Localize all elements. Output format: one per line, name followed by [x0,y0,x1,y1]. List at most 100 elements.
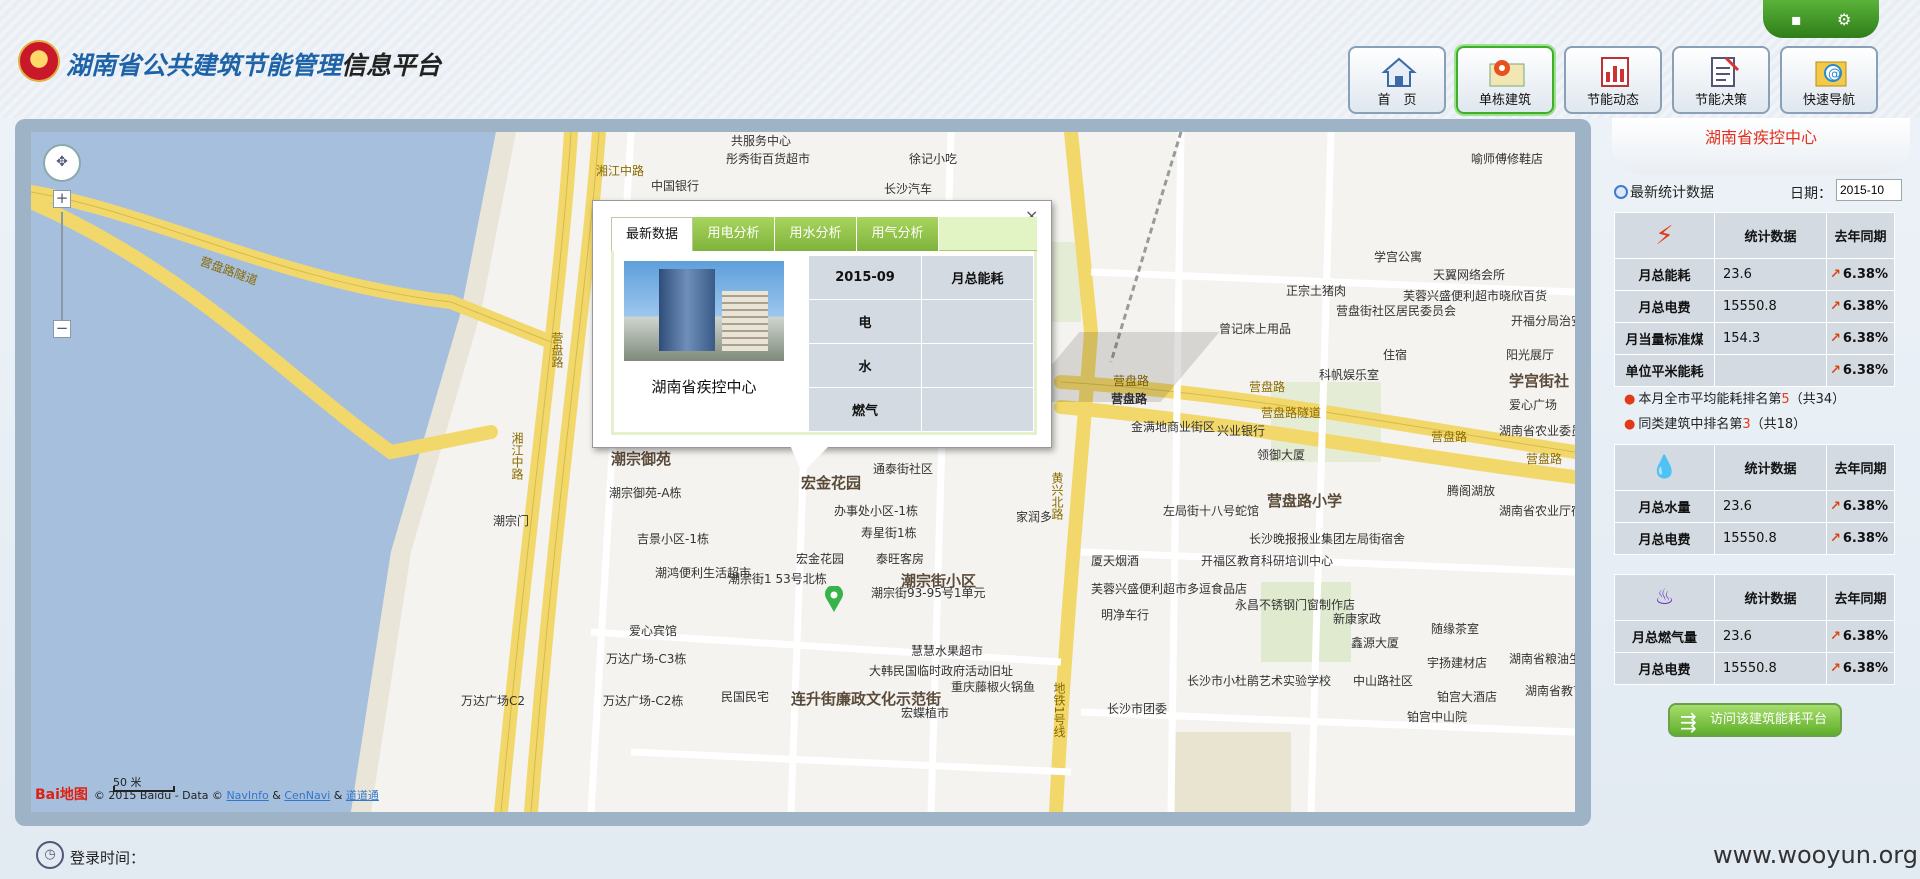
tab-water-analysis[interactable]: 用水分析 [775,217,857,251]
row-label: 月总电费 [1614,522,1715,555]
site-title-main: 湖南省公共建筑节能管理 [66,51,342,80]
gas-table: ♨ 统计数据 去年同期 月总燃气量 23.6 ↗ 6.38% 月总电费 15550… [1614,574,1895,685]
row-yoy: ↗ 6.38% [1826,258,1895,291]
baidu-logo: Bai地图 [35,787,88,803]
map-label: 金满地商业街区 [1131,420,1216,434]
map-label: 宏金花园 [796,552,845,566]
map-label: 科帆娱乐室 [1319,368,1380,382]
rank-number: 3 [1742,417,1751,432]
site-title-suffix: 信息平台 [341,51,442,80]
row-label: 月当量标准煤 [1614,322,1715,355]
tab-electricity-analysis[interactable]: 用电分析 [693,217,775,251]
yoy-value: 6.38% [1842,629,1888,644]
date-input[interactable] [1836,179,1902,201]
navinfo-link[interactable]: NavInfo [226,789,268,802]
map-label: 寿星街1栋 [861,526,917,540]
building-photo [624,261,784,361]
visit-energy-platform-button[interactable]: ⇶ 访问该建筑能耗平台 [1668,703,1842,737]
nav-home-label: 首 页 [1377,93,1417,108]
popup-tail [790,445,830,473]
map-label: 学宫街社 [1509,372,1570,390]
up-arrow-icon: ↗ [1829,299,1841,314]
map-label: 芙蓉兴盛便利超市多逗食品店 [1091,582,1248,596]
yoy-value: 6.38% [1842,299,1888,314]
yoy-value: 6.38% [1842,499,1888,514]
row-value: 23.6 [1714,490,1827,523]
rank-number: 5 [1781,392,1790,407]
map-copyright: Bai地图 © 2015 Baidu - Data © NavInfo & Cen… [35,784,379,804]
yoy-value: 6.38% [1842,363,1888,378]
energy-table: ⚡ 统计数据 去年同期 月总能耗 23.6 ↗ 6.38% 月总电费 15550.… [1614,212,1895,387]
nav-quick-nav[interactable]: @ 快速导航 [1780,46,1878,114]
map-label: 爱心宾馆 [629,624,678,638]
nav-single-building[interactable]: 单栋建筑 [1456,46,1554,114]
row-yoy: ↗ 6.38% [1826,522,1895,555]
at-folder-icon: @ [1812,54,1850,90]
map-label: 宏蝶植市 [901,706,950,720]
city-rank: ● 本月全市平均能耗排名第5（共34） [1624,388,1845,407]
map-label: 湖南省教育厅西院 [1525,684,1575,698]
yoy-value: 6.38% [1842,531,1888,546]
svg-text:@: @ [1828,67,1841,82]
yoy-value: 6.38% [1842,331,1888,346]
latest-stats-radio[interactable]: 最新统计数据 [1614,182,1714,202]
tab-latest-data[interactable]: 最新数据 [611,217,693,251]
map-label: 黄兴北路 [1050,472,1064,520]
zoom-slider[interactable] [61,212,63,327]
cennavi-link[interactable]: CenNavi [284,789,330,802]
nav-home[interactable]: 首 页 [1348,46,1446,114]
map-label: 潮宗门 [493,514,530,528]
row-yoy: ↗ 6.38% [1826,490,1895,523]
nav-single-building-label: 单栋建筑 [1478,93,1531,108]
table-row: 月总电费 15550.8 ↗ 6.38% [1614,652,1895,685]
table-cell: 燃气 [807,387,923,432]
save-icon[interactable]: ▪ [1791,10,1802,29]
category-rank: ● 同类建筑中排名第3（共18） [1624,413,1806,432]
row-value: 23.6 [1714,620,1827,653]
tab-gas-analysis[interactable]: 用气分析 [857,217,939,251]
yoy-value: 6.38% [1842,661,1888,676]
map-label: 徐记小吃 [909,152,958,166]
row-value: 15550.8 [1714,290,1827,323]
map-label: 领御大厦 [1257,448,1306,462]
table-cell: 水 [807,343,923,388]
location-pin-icon[interactable] [824,586,844,612]
visit-button-label: 访问该建筑能耗平台 [1710,712,1828,727]
nav-energy-decision[interactable]: 节能决策 [1672,46,1770,114]
daodaotong-link[interactable]: 道道通 [346,789,379,802]
row-label: 单位平米能耗 [1614,354,1715,387]
row-value: 23.6 [1714,258,1827,291]
map-label: 万达广场-C2栋 [603,694,684,708]
zoom-in-button[interactable]: + [53,190,71,208]
map-label: 开福区教育科研培训中心 [1201,554,1334,568]
zoom-out-button[interactable]: − [53,320,71,338]
copyright-amp: & [272,789,281,802]
pan-control[interactable]: ✥ [43,144,81,182]
map-label: 住宿 [1383,348,1408,362]
nav-energy-trend[interactable]: 节能动态 [1564,46,1662,114]
map-label: 营盘路 [1526,452,1563,466]
map-label: 新康家政 [1333,612,1382,626]
latest-stats-label: 最新统计数据 [1630,185,1714,201]
table-row: 月总电费 15550.8 ↗ 6.38% [1614,522,1895,555]
row-value [1714,354,1827,387]
map-label: 泰旺客房 [876,552,925,566]
map-label: 明净车行 [1101,608,1150,622]
home-icon [1380,54,1418,90]
row-label: 月总电费 [1614,290,1715,323]
table-cell: 电 [807,299,923,344]
map-label: 正宗土猪肉 [1286,284,1347,298]
map-label: 万达广场-C3栋 [606,652,687,666]
site-title: 湖南省公共建筑节能管理信息平台 [66,46,441,82]
nav-energy-decision-label: 节能决策 [1694,93,1747,108]
col-header-stat: 统计数据 [1714,212,1827,259]
water-table: 💧 统计数据 去年同期 月总水量 23.6 ↗ 6.38% 月总电费 15550.… [1614,444,1895,555]
map-label: 共服务中心 [731,134,792,148]
col-header-yoy: 去年同期 [1826,444,1895,491]
nav-energy-trend-label: 节能动态 [1586,93,1639,108]
map-label: 营盘路隧道 [1261,406,1322,420]
table-cell: 2015-09 [807,255,923,300]
row-yoy: ↗ 6.38% [1826,652,1895,685]
gear-icon[interactable]: ⚙ [1837,10,1851,29]
up-arrow-icon: ↗ [1829,629,1841,644]
